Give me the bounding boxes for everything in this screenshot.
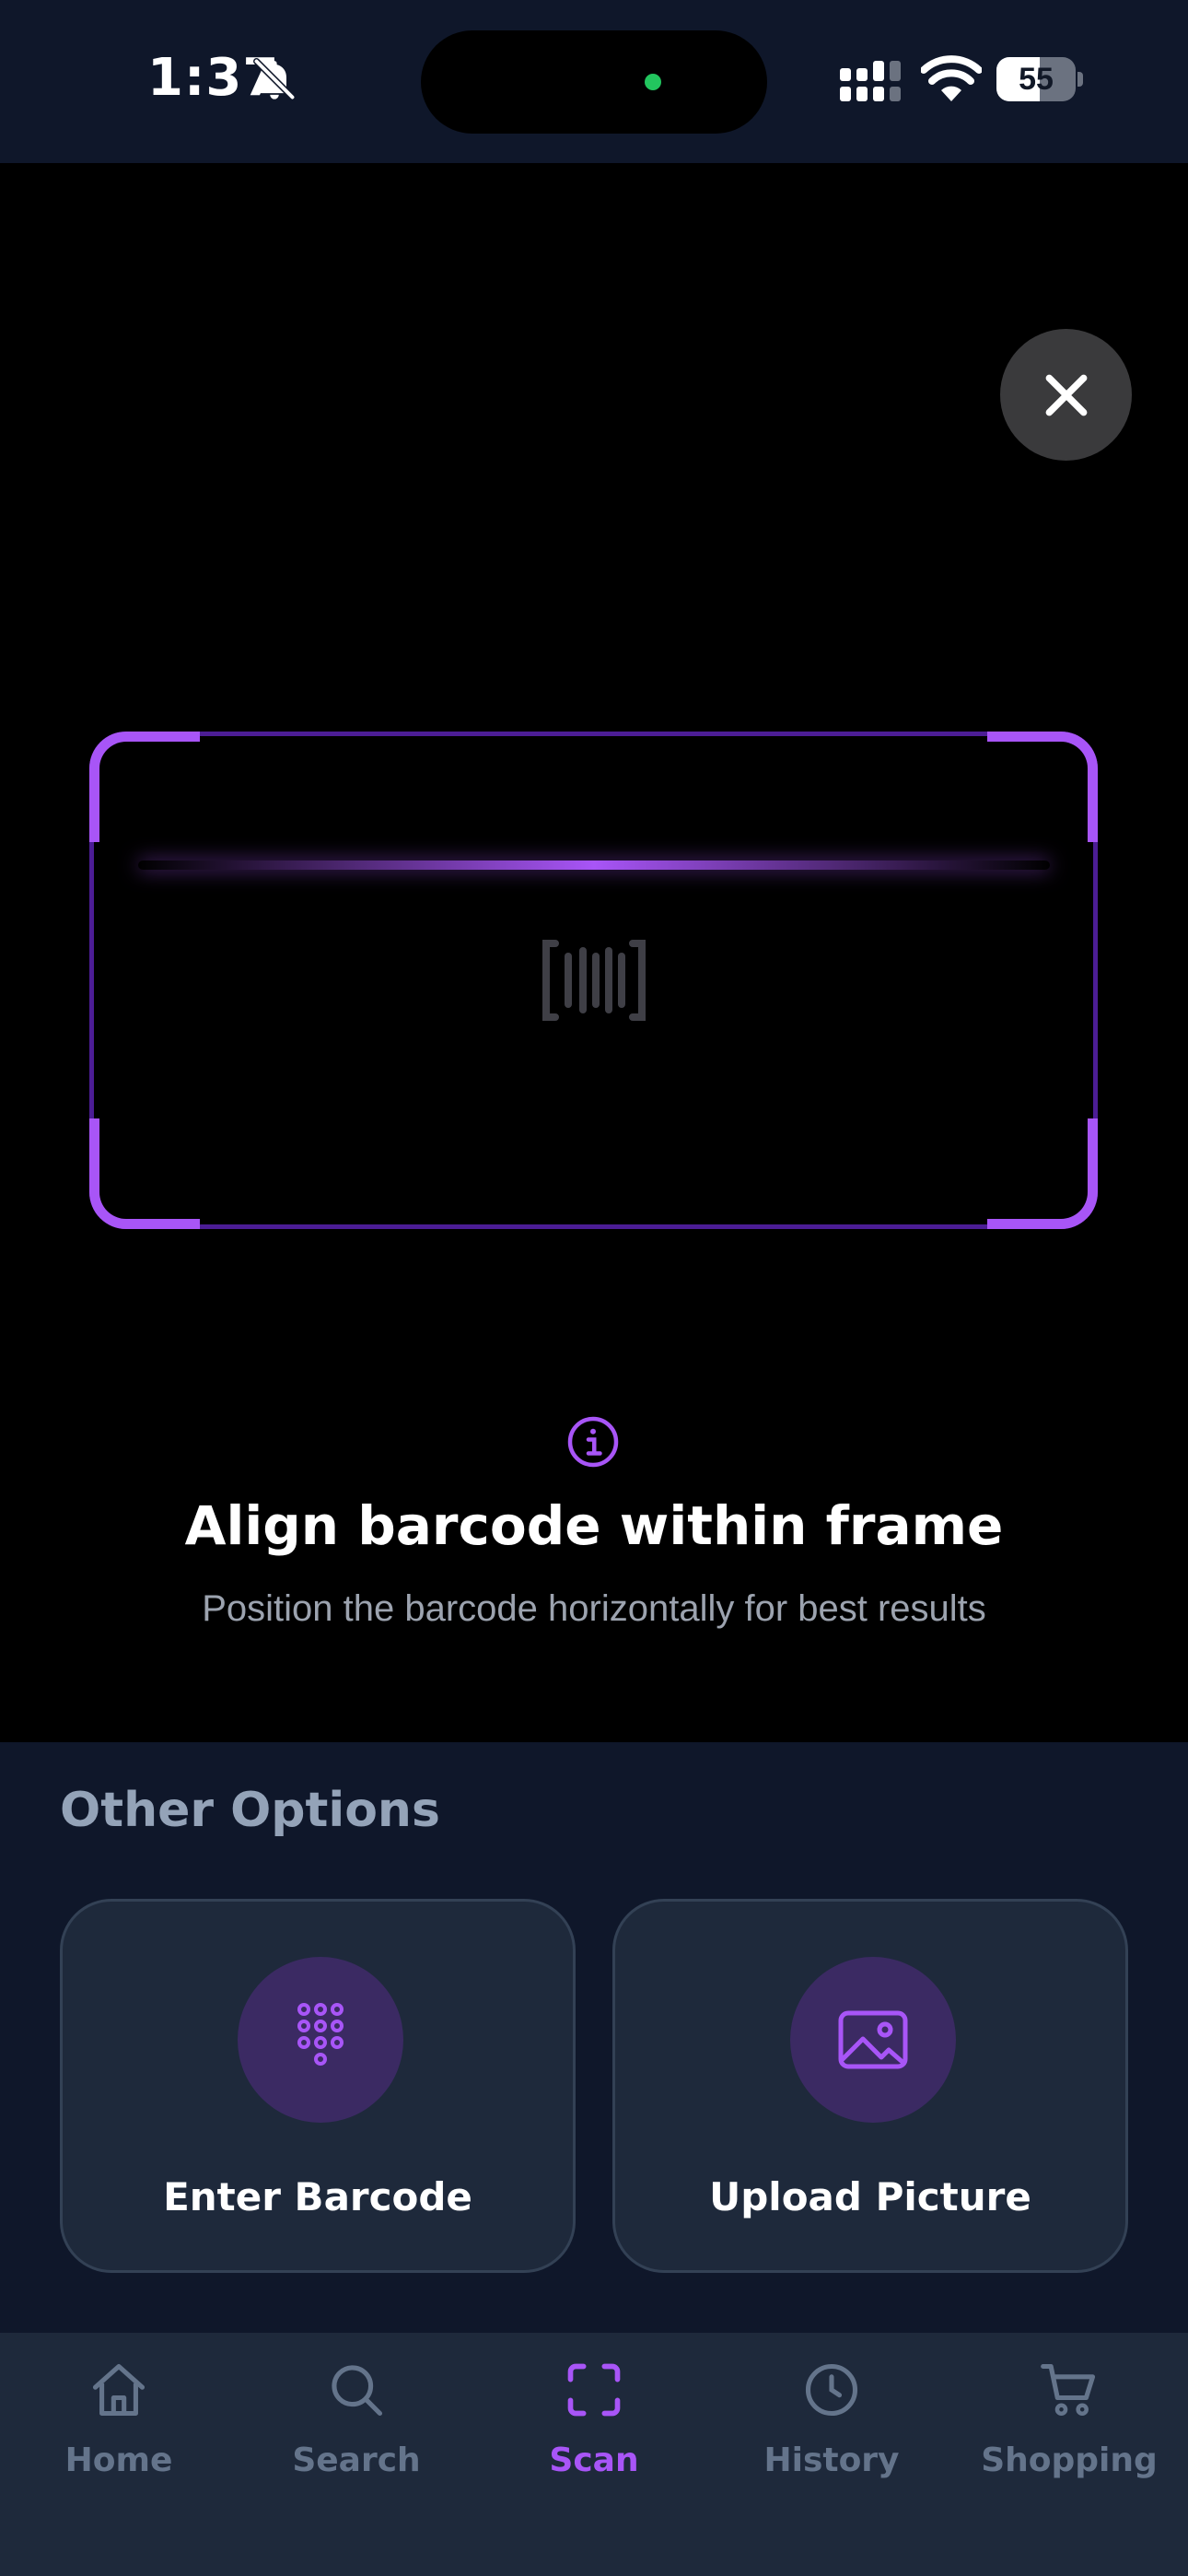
enter-barcode-label: Enter Barcode	[163, 2174, 472, 2219]
search-icon	[332, 2365, 383, 2417]
history-icon	[805, 2363, 858, 2417]
dialpad-icon	[297, 2003, 344, 2066]
other-options-heading: Other Options	[60, 1783, 440, 1838]
tab-scan[interactable]: Scan	[475, 2333, 713, 2517]
tab-label: Scan	[549, 2441, 639, 2479]
tab-history[interactable]: History	[713, 2333, 950, 2517]
scan-frame-corner	[987, 732, 1098, 842]
home-icon	[92, 2363, 146, 2417]
cellular-signal-icon	[840, 61, 901, 101]
bell-off-icon	[253, 58, 296, 100]
cart-icon	[1041, 2363, 1096, 2417]
dynamic-island	[421, 30, 767, 134]
wifi-icon	[921, 55, 982, 101]
battery-level-text: 55	[1019, 62, 1054, 97]
scan-frame-corner	[89, 732, 200, 842]
close-button[interactable]	[1000, 329, 1132, 461]
tab-label: Search	[292, 2441, 421, 2479]
tab-label: Shopping	[981, 2441, 1158, 2479]
tab-search[interactable]: Search	[238, 2333, 475, 2517]
scan-instruction-title: Align barcode within frame	[184, 1494, 1004, 1557]
close-icon	[1045, 374, 1088, 416]
scan-frame-corner	[987, 1118, 1098, 1229]
scan-instruction-subtitle: Position the barcode horizontally for be…	[202, 1588, 986, 1629]
enter-barcode-button[interactable]: Enter Barcode	[60, 1899, 576, 2273]
barcode-icon	[542, 940, 646, 1021]
scan-frame-corner	[89, 1118, 200, 1229]
tab-shopping[interactable]: Shopping	[950, 2333, 1188, 2517]
option-icon-circle	[790, 1957, 956, 2123]
scan-line	[138, 861, 1050, 870]
image-icon	[838, 2010, 908, 2069]
tab-home[interactable]: Home	[0, 2333, 238, 2517]
tab-label: Home	[64, 2441, 173, 2479]
scan-icon	[567, 2363, 621, 2417]
tab-label: History	[763, 2441, 900, 2479]
upload-picture-label: Upload Picture	[709, 2174, 1031, 2219]
camera-indicator-dot	[645, 74, 661, 90]
option-icon-circle	[238, 1957, 403, 2123]
info-icon	[567, 1416, 619, 1468]
battery-indicator: 55	[996, 57, 1083, 101]
upload-picture-button[interactable]: Upload Picture	[612, 1899, 1128, 2273]
